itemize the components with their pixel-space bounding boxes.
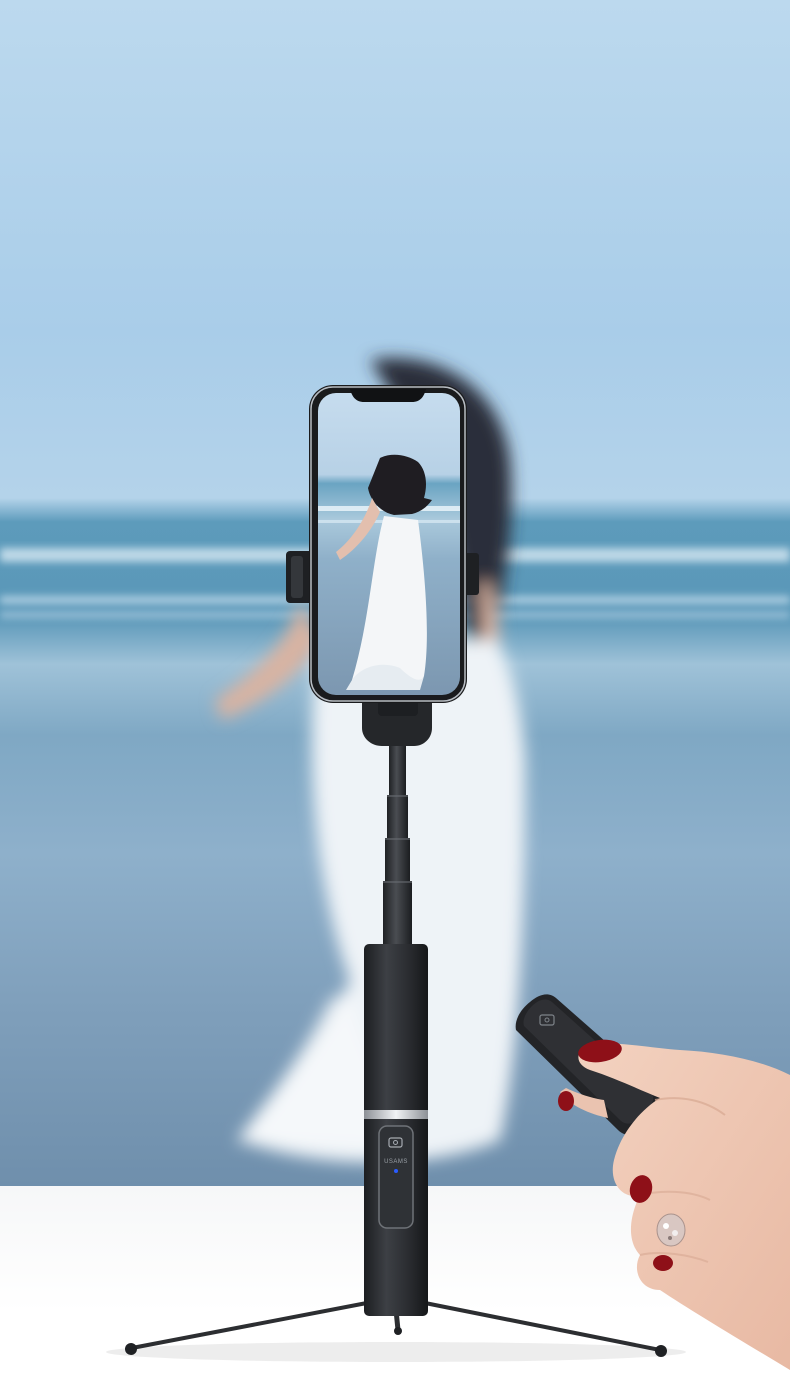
product-illustration: USAMS [0,358,790,1370]
product-photo: USAMS [0,0,790,1396]
floor-shadow [106,1342,686,1362]
phone-notch [350,389,426,402]
status-led [394,1169,398,1173]
stick-handle: USAMS [364,944,428,1316]
shutter-button-panel [378,1125,414,1229]
brand-logo: USAMS [384,1159,408,1165]
silver-ring [364,1110,428,1119]
smartphone [309,385,467,703]
nail-art [656,1213,686,1247]
